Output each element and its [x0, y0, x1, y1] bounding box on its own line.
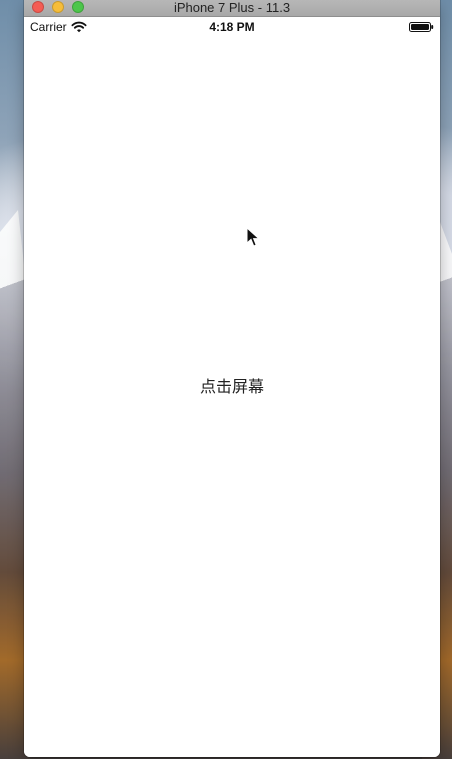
battery-icon: [409, 22, 434, 32]
mouse-cursor-icon: [246, 227, 260, 247]
app-content-area[interactable]: 点击屏幕: [24, 38, 440, 757]
tap-screen-message: 点击屏幕: [199, 379, 264, 396]
window-title-bar[interactable]: iPhone 7 Plus - 11.3: [24, 0, 440, 17]
window-controls: [32, 1, 84, 13]
status-time: 4:18 PM: [209, 20, 255, 34]
minimize-button[interactable]: [52, 1, 64, 13]
maximize-button[interactable]: [72, 1, 84, 13]
ios-status-bar: Carrier 4:18 PM: [24, 16, 440, 38]
iphone-simulator-window: iPhone 7 Plus - 11.3 Carrier 4:18 PM 点击屏…: [24, 0, 440, 757]
window-title: iPhone 7 Plus - 11.3: [173, 0, 291, 15]
close-button[interactable]: [32, 1, 44, 13]
